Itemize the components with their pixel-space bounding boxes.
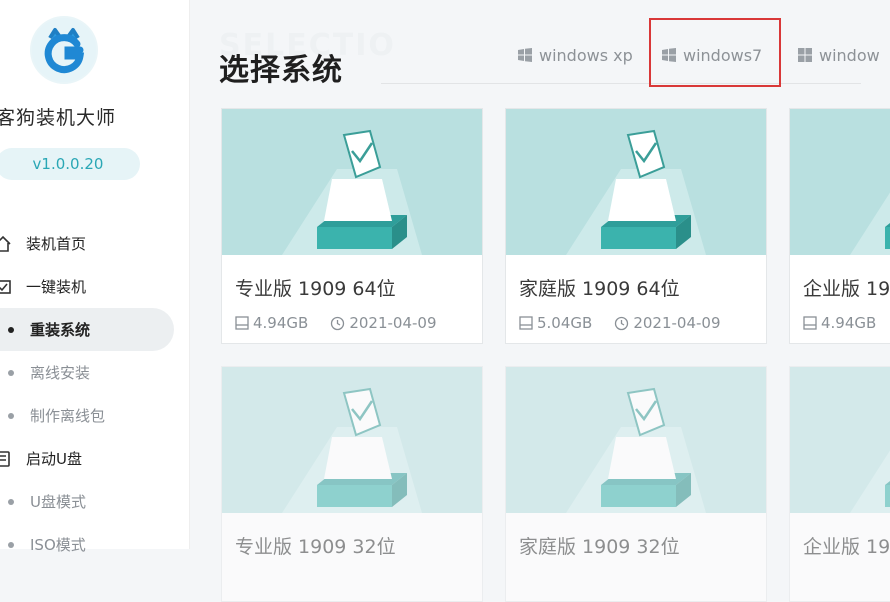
sidebar-item-label: ISO模式 xyxy=(30,536,86,554)
card-title: 家庭版 1909 64位 xyxy=(519,278,680,300)
bullet-icon xyxy=(8,327,14,333)
card-title: 家庭版 1909 32位 xyxy=(519,536,680,558)
card-thumbnail xyxy=(506,109,766,255)
annotation-highlight-box xyxy=(649,18,781,87)
card-thumbnail xyxy=(222,109,482,255)
system-card[interactable]: 专业版 1909 32位 xyxy=(221,366,483,602)
windows-xp-icon xyxy=(518,48,532,62)
card-meta: 5.04GB 2021-04-09 xyxy=(519,314,721,332)
clock-icon xyxy=(615,316,629,330)
sidebar: 客狗装机大师 v1.0.0.20 装机首页 一键装机 重装系统 离线安装 制作离… xyxy=(0,0,190,554)
usb-icon xyxy=(0,450,10,467)
ballot-box-icon xyxy=(506,367,766,513)
bullet-icon xyxy=(8,499,14,505)
sidebar-item-label: 重装系统 xyxy=(30,321,91,339)
card-title: 专业版 1909 32位 xyxy=(235,536,396,558)
sidebar-item-label: U盘模式 xyxy=(30,493,86,511)
home-icon xyxy=(0,235,11,252)
ballot-box-icon xyxy=(222,367,482,513)
sidebar-item-label: 离线安装 xyxy=(30,364,91,382)
sidebar-item-iso-mode[interactable]: ISO模式 xyxy=(0,523,190,566)
system-card[interactable]: 家庭版 1909 32位 xyxy=(505,366,767,602)
disk-icon xyxy=(235,316,249,330)
sidebar-item-boot-usb[interactable]: 启动U盘 xyxy=(0,437,190,480)
card-size: 5.04GB xyxy=(537,314,593,332)
ballot-box-icon xyxy=(222,109,482,255)
card-thumbnail xyxy=(222,367,482,513)
tab-windows10[interactable]: window xyxy=(797,40,880,70)
card-title: 企业版 19 xyxy=(803,536,890,558)
sidebar-item-label: 制作离线包 xyxy=(30,407,106,425)
bullet-icon xyxy=(8,370,14,376)
tab-label: window xyxy=(819,45,880,65)
sidebar-item-one-key-install[interactable]: 一键装机 xyxy=(0,265,190,308)
sidebar-item-home[interactable]: 装机首页 xyxy=(0,222,190,265)
sidebar-item-make-offline-package[interactable]: 制作离线包 xyxy=(0,394,190,437)
card-date: 2021-04-09 xyxy=(633,314,721,332)
system-card[interactable]: 企业版 19 xyxy=(789,366,890,602)
sidebar-item-reinstall-system[interactable]: 重装系统 xyxy=(0,308,174,351)
system-card[interactable]: 专业版 1909 64位 4.94GB 2021-04-09 xyxy=(221,108,483,344)
tab-windows-xp[interactable]: windows xp xyxy=(517,40,633,70)
ballot-box-icon xyxy=(506,109,766,255)
sidebar-item-offline-install[interactable]: 离线安装 xyxy=(0,351,190,394)
clock-icon xyxy=(331,316,345,330)
ballot-box-icon xyxy=(790,109,890,255)
card-thumbnail xyxy=(506,367,766,513)
system-card[interactable]: 家庭版 1909 64位 5.04GB 2021-04-09 xyxy=(505,108,767,344)
bullet-icon xyxy=(8,542,14,548)
card-thumbnail xyxy=(790,367,890,513)
card-size: 4.94GB xyxy=(253,314,309,332)
app-logo xyxy=(30,16,98,84)
card-meta: 4.94GB xyxy=(803,314,876,332)
windows10-icon xyxy=(798,48,812,62)
sidebar-item-label: 一键装机 xyxy=(26,278,87,296)
disk-icon xyxy=(519,316,533,330)
ballot-box-icon xyxy=(790,367,890,513)
dog-logo-icon xyxy=(32,18,96,82)
card-title: 专业版 1909 64位 xyxy=(235,278,396,300)
sidebar-item-label: 装机首页 xyxy=(26,235,87,253)
card-title: 企业版 19 xyxy=(803,278,890,300)
system-card[interactable]: 企业版 19 4.94GB xyxy=(789,108,890,344)
sidebar-item-label: 启动U盘 xyxy=(26,450,82,468)
version-badge: v1.0.0.20 xyxy=(0,148,140,180)
tab-label: windows xp xyxy=(539,45,633,65)
sidebar-item-usb-mode[interactable]: U盘模式 xyxy=(0,480,190,523)
card-size: 4.94GB xyxy=(821,314,877,332)
disk-icon xyxy=(803,316,817,330)
page-title: 选择系统 xyxy=(219,53,343,88)
install-icon xyxy=(0,279,11,294)
card-date: 2021-04-09 xyxy=(349,314,437,332)
app-title: 客狗装机大师 xyxy=(0,107,117,129)
card-meta: 4.94GB 2021-04-09 xyxy=(235,314,437,332)
main-panel: SELECTIO 选择系统 windows xp windows7 window xyxy=(191,0,890,602)
bullet-icon xyxy=(8,413,14,419)
sidebar-nav: 装机首页 一键装机 重装系统 离线安装 制作离线包 启动U盘 U盘模式 ISO模… xyxy=(0,222,190,566)
card-thumbnail xyxy=(790,109,890,255)
divider xyxy=(381,83,861,84)
